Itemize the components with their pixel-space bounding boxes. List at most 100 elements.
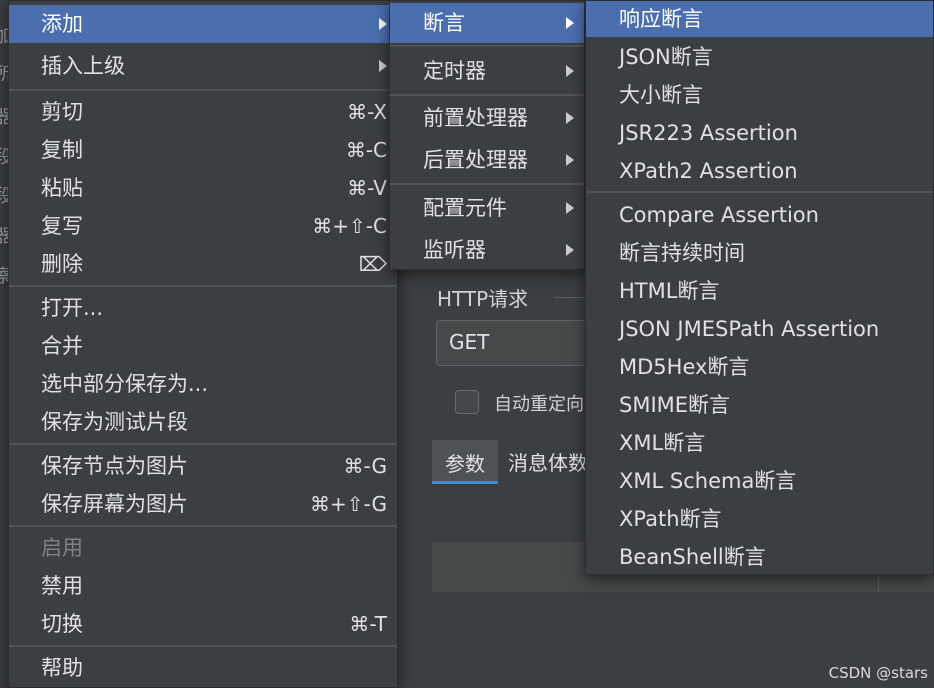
menu-item-label: 前置处理器: [423, 106, 528, 130]
menu-item-label: 保存为测试片段: [41, 410, 188, 434]
assertion-item-xpath2[interactable]: XPath2 Assertion: [586, 152, 933, 190]
menu-item-label: MD5Hex断言: [619, 355, 750, 379]
menu-separator: [9, 285, 397, 287]
menu-item-label: 保存节点为图片: [41, 454, 188, 478]
menu-item-label: 合并: [41, 334, 83, 358]
menu-item-merge[interactable]: 合并: [9, 327, 397, 365]
menu-item-label: 添加: [41, 12, 83, 36]
menu-item-save-selection-as[interactable]: 选中部分保存为...: [9, 365, 397, 403]
menu-item-save-node-image[interactable]: 保存节点为图片 ⌘-G: [9, 447, 397, 485]
assertion-item-jsr223[interactable]: JSR223 Assertion: [586, 114, 933, 152]
menu-separator: [390, 94, 584, 96]
menu-separator: [586, 191, 933, 193]
menu-item-label: SMIME断言: [619, 393, 731, 417]
menu-item-shortcut: ⌘-T: [349, 612, 387, 636]
assertion-item-duration[interactable]: 断言持续时间: [586, 234, 933, 272]
submenu-arrow-icon: [566, 112, 574, 124]
menu-separator: [390, 183, 584, 185]
assertion-item-xml[interactable]: XML断言: [586, 424, 933, 462]
menu-item-label: 断言持续时间: [619, 241, 745, 265]
http-section-label: HTTP请求: [437, 287, 529, 311]
redirect-checkbox-label: 自动重定向: [494, 394, 584, 415]
submenu-item-timer[interactable]: 定时器: [390, 50, 584, 92]
submenu-item-post-processor[interactable]: 后置处理器: [390, 140, 584, 180]
menu-separator: [9, 645, 397, 647]
menu-item-delete[interactable]: 删除 ⌦: [9, 245, 397, 283]
assertion-item-xpath[interactable]: XPath断言: [586, 500, 933, 538]
method-select[interactable]: GET: [436, 320, 596, 366]
menu-item-save-screen-image[interactable]: 保存屏幕为图片 ⌘+⇧-G: [9, 485, 397, 523]
menu-item-insert-parent[interactable]: 插入上级: [9, 47, 397, 85]
assertion-item-html[interactable]: HTML断言: [586, 272, 933, 310]
assertion-item-json[interactable]: JSON断言: [586, 38, 933, 76]
menu-item-label: 帮助: [41, 656, 83, 680]
submenu-item-pre-processor[interactable]: 前置处理器: [390, 98, 584, 138]
menu-item-shortcut: ⌘+⇧-G: [310, 492, 387, 516]
add-submenu: 断言 定时器 前置处理器 后置处理器 配置元件 监听器: [389, 0, 585, 270]
menu-item-add[interactable]: 添加: [9, 5, 397, 43]
assertion-item-smime[interactable]: SMIME断言: [586, 386, 933, 424]
assertion-item-md5hex[interactable]: MD5Hex断言: [586, 348, 933, 386]
menu-item-label: 断言: [423, 11, 465, 35]
assertion-item-response[interactable]: 响应断言: [586, 1, 933, 37]
menu-item-open[interactable]: 打开...: [9, 289, 397, 327]
submenu-arrow-icon: [566, 154, 574, 166]
submenu-arrow-icon: [566, 65, 574, 77]
menu-item-shortcut: ⌘-X: [347, 100, 387, 124]
menu-item-label: 后置处理器: [423, 148, 528, 172]
menu-item-label: BeanShell断言: [619, 545, 766, 569]
tab-params[interactable]: 参数: [432, 440, 498, 484]
submenu-item-listener[interactable]: 监听器: [390, 230, 584, 270]
assertion-item-compare[interactable]: Compare Assertion: [586, 196, 933, 234]
watermark: CSDN @stars: [828, 664, 928, 682]
menu-item-paste[interactable]: 粘贴 ⌘-V: [9, 169, 397, 207]
menu-item-label: 复写: [41, 214, 83, 238]
menu-item-label: XPath断言: [619, 507, 722, 531]
submenu-item-config-element[interactable]: 配置元件: [390, 188, 584, 228]
submenu-arrow-icon: [566, 17, 574, 29]
fieldset-border: [555, 297, 585, 298]
menu-item-shortcut: ⌘-G: [343, 454, 387, 478]
menu-item-shortcut: ⌘-C: [345, 138, 387, 162]
menu-item-duplicate[interactable]: 复写 ⌘+⇧-C: [9, 207, 397, 245]
assertion-item-size[interactable]: 大小断言: [586, 76, 933, 114]
menu-separator: [9, 89, 397, 91]
submenu-arrow-icon: [379, 18, 387, 30]
menu-item-label: JSON断言: [619, 45, 713, 69]
menu-item-label: JSON JMESPath Assertion: [619, 317, 880, 341]
menu-item-label: 剪切: [41, 100, 83, 124]
submenu-item-assertion[interactable]: 断言: [390, 3, 584, 43]
menu-item-label: 插入上级: [41, 54, 125, 78]
menu-item-label: Compare Assertion: [619, 203, 819, 227]
menu-item-label: 配置元件: [423, 196, 507, 220]
menu-item-label: 大小断言: [619, 83, 703, 107]
menu-item-label: 定时器: [423, 59, 486, 83]
menu-item-copy[interactable]: 复制 ⌘-C: [9, 131, 397, 169]
delete-key-icon: ⌦: [358, 252, 387, 276]
menu-item-label: 禁用: [41, 574, 83, 598]
menu-item-enable: 启用: [9, 529, 397, 567]
menu-item-toggle[interactable]: 切换 ⌘-T: [9, 605, 397, 643]
menu-separator: [9, 525, 397, 527]
submenu-arrow-icon: [566, 244, 574, 256]
submenu-arrow-icon: [566, 202, 574, 214]
menu-item-shortcut: ⌘-V: [347, 176, 387, 200]
menu-item-label: 删除: [41, 252, 83, 276]
menu-item-help[interactable]: 帮助: [9, 649, 397, 687]
menu-item-cut[interactable]: 剪切 ⌘-X: [9, 93, 397, 131]
menu-item-label: 粘贴: [41, 176, 83, 200]
assertion-item-json-jmespath[interactable]: JSON JMESPath Assertion: [586, 310, 933, 348]
menu-item-label: 响应断言: [619, 7, 703, 31]
menu-item-shortcut: ⌘+⇧-C: [312, 214, 387, 238]
menu-item-label: 选中部分保存为...: [41, 372, 209, 396]
menu-item-label: XML断言: [619, 431, 706, 455]
menu-separator: [390, 45, 584, 47]
menu-item-label: 打开...: [41, 296, 104, 320]
assertion-item-xml-schema[interactable]: XML Schema断言: [586, 462, 933, 500]
redirect-checkbox[interactable]: [455, 390, 479, 414]
menu-separator: [9, 443, 397, 445]
menu-item-save-as-test-fragment[interactable]: 保存为测试片段: [9, 403, 397, 441]
tab-body[interactable]: 消息体数: [508, 447, 588, 476]
assertion-item-beanshell[interactable]: BeanShell断言: [586, 538, 933, 576]
menu-item-disable[interactable]: 禁用: [9, 567, 397, 605]
